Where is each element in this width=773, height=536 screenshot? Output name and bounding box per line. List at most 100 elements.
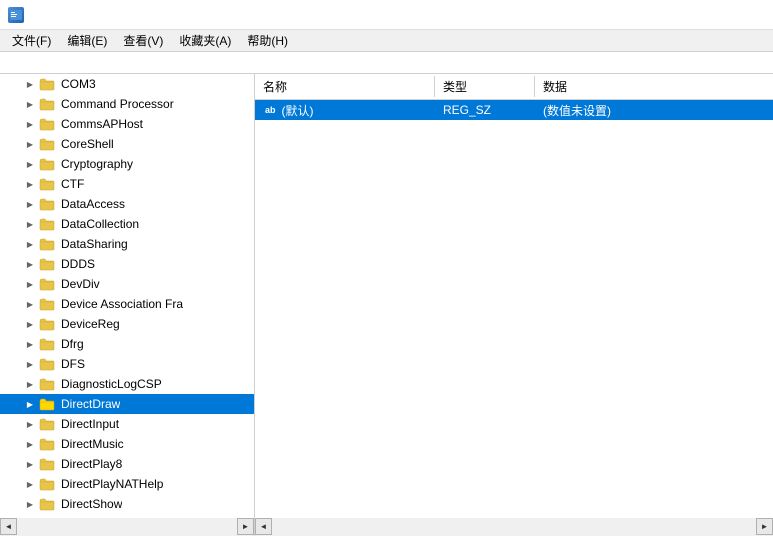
folder-icon xyxy=(39,437,55,451)
tree-item-label: DirectInput xyxy=(61,417,119,431)
tree-item-label: DDDS xyxy=(61,257,95,271)
folder-icon xyxy=(39,497,55,511)
folder-icon xyxy=(39,397,55,411)
folder-icon xyxy=(39,417,55,431)
tree-item[interactable]: ▶ Cryptography xyxy=(0,154,254,174)
tree-item-label: DirectShow xyxy=(61,497,122,511)
left-scroll-track[interactable] xyxy=(17,518,237,536)
tree-item[interactable]: ▶ COM3 xyxy=(0,74,254,94)
tree-item-label: DataAccess xyxy=(61,197,125,211)
tree-item[interactable]: ▶ DirectPlayNATHelp xyxy=(0,474,254,494)
cell-name: ab (默认) xyxy=(255,102,435,119)
tree-item-label: DeviceReg xyxy=(61,317,120,331)
tree-item-label: Command Processor xyxy=(61,97,174,111)
tree-item-label: Device Association Fra xyxy=(61,297,183,311)
expand-arrow-icon: ▶ xyxy=(24,338,36,350)
expand-arrow-icon: ▶ xyxy=(24,198,36,210)
right-scroll-track[interactable] xyxy=(272,518,756,536)
menu-help[interactable]: 帮助(H) xyxy=(239,30,296,51)
tree-item[interactable]: ▶ CTF xyxy=(0,174,254,194)
expand-arrow-icon: ▶ xyxy=(24,238,36,250)
tree-item[interactable]: ▶ DataAccess xyxy=(0,194,254,214)
menu-file[interactable]: 文件(F) xyxy=(4,30,59,51)
tree-item[interactable]: ▶ DirectShow xyxy=(0,494,254,514)
right-scroll-left-button[interactable]: ◄ xyxy=(255,518,272,535)
tree-item-label: Dfrg xyxy=(61,337,84,351)
tree-item[interactable]: ▶ Dfrg xyxy=(0,334,254,354)
folder-icon xyxy=(39,357,55,371)
tree-item[interactable]: ▶ DevDiv xyxy=(0,274,254,294)
cell-type: REG_SZ xyxy=(435,103,535,117)
maximize-button[interactable] xyxy=(673,0,719,30)
tree-scroll[interactable]: ▶ COM3▶ Command Processor▶ CommsAPHost▶ … xyxy=(0,74,254,518)
tree-item[interactable]: ▶ DiagnosticLogCSP xyxy=(0,374,254,394)
tree-item-label: DirectDraw xyxy=(61,397,120,411)
tree-item[interactable]: ▶ DFS xyxy=(0,354,254,374)
scroll-left-button[interactable]: ◄ xyxy=(0,518,17,535)
folder-icon xyxy=(39,137,55,151)
folder-icon xyxy=(39,197,55,211)
tree-item-label: DataCollection xyxy=(61,217,139,231)
tree-item[interactable]: ▶ Device Association Fra xyxy=(0,294,254,314)
expand-arrow-icon: ▶ xyxy=(24,118,36,130)
tree-item[interactable]: ▶ CommsAPHost xyxy=(0,114,254,134)
scroll-right-button[interactable]: ► xyxy=(237,518,254,535)
menu-bar: 文件(F) 编辑(E) 查看(V) 收藏夹(A) 帮助(H) xyxy=(0,30,773,52)
tree-item[interactable]: ▶ DeviceReg xyxy=(0,314,254,334)
tree-item-label: CTF xyxy=(61,177,84,191)
window-controls xyxy=(627,0,765,30)
close-button[interactable] xyxy=(719,0,765,30)
folder-icon xyxy=(39,157,55,171)
expand-arrow-icon: ▶ xyxy=(24,278,36,290)
table-row[interactable]: ab (默认) REG_SZ(数值未设置) xyxy=(255,100,773,120)
tree-item[interactable]: ▶ DirectPlay8 xyxy=(0,454,254,474)
tree-item[interactable]: ▶ DirectDraw xyxy=(0,394,254,414)
folder-icon xyxy=(39,477,55,491)
tree-item[interactable]: ▶ DirectMusic xyxy=(0,434,254,454)
expand-arrow-icon: ▶ xyxy=(24,438,36,450)
menu-view[interactable]: 查看(V) xyxy=(115,30,171,51)
tree-item[interactable]: ▶ DataCollection xyxy=(0,214,254,234)
title-bar-left xyxy=(8,7,30,23)
expand-arrow-icon: ▶ xyxy=(24,378,36,390)
column-header-data: 数据 xyxy=(535,76,773,97)
expand-arrow-icon: ▶ xyxy=(24,418,36,430)
folder-icon xyxy=(39,277,55,291)
app-icon xyxy=(8,7,24,23)
folder-icon xyxy=(39,457,55,471)
right-panel-header: 名称 类型 数据 xyxy=(255,74,773,100)
tree-item-label: DirectPlay8 xyxy=(61,457,122,471)
tree-item[interactable]: ▶ CoreShell xyxy=(0,134,254,154)
expand-arrow-icon: ▶ xyxy=(24,178,36,190)
menu-edit[interactable]: 编辑(E) xyxy=(59,30,115,51)
value-name: (默认) xyxy=(282,102,314,119)
expand-arrow-icon: ▶ xyxy=(24,398,36,410)
minimize-button[interactable] xyxy=(627,0,673,30)
expand-arrow-icon: ▶ xyxy=(24,458,36,470)
tree-item-label: CommsAPHost xyxy=(61,117,143,131)
column-header-name: 名称 xyxy=(255,76,435,97)
tree-item-label: DirectMusic xyxy=(61,437,124,451)
expand-arrow-icon: ▶ xyxy=(24,158,36,170)
bottom-scrollbar-row: ◄ ► ◄ ► xyxy=(0,518,773,536)
tree-item[interactable]: ▶ DirectInput xyxy=(0,414,254,434)
column-header-type: 类型 xyxy=(435,76,535,97)
right-scroll-right-button[interactable]: ► xyxy=(756,518,773,535)
tree-item-label: COM3 xyxy=(61,77,96,91)
tree-item-label: CoreShell xyxy=(61,137,114,151)
menu-favorites[interactable]: 收藏夹(A) xyxy=(171,30,239,51)
tree-item[interactable]: ▶ DataSharing xyxy=(0,234,254,254)
expand-arrow-icon: ▶ xyxy=(24,498,36,510)
expand-arrow-icon: ▶ xyxy=(24,258,36,270)
right-horizontal-scroll: ◄ ► xyxy=(255,518,773,536)
tree-item[interactable]: ▶ Command Processor xyxy=(0,94,254,114)
tree-item[interactable]: ▶ DDDS xyxy=(0,254,254,274)
tree-item-label: DevDiv xyxy=(61,277,100,291)
value-type-icon: ab xyxy=(263,105,278,115)
expand-arrow-icon: ▶ xyxy=(24,218,36,230)
tree-item-label: Cryptography xyxy=(61,157,133,171)
folder-icon xyxy=(39,217,55,231)
cell-data: (数值未设置) xyxy=(535,102,773,119)
expand-arrow-icon: ▶ xyxy=(24,358,36,370)
address-bar xyxy=(0,52,773,74)
